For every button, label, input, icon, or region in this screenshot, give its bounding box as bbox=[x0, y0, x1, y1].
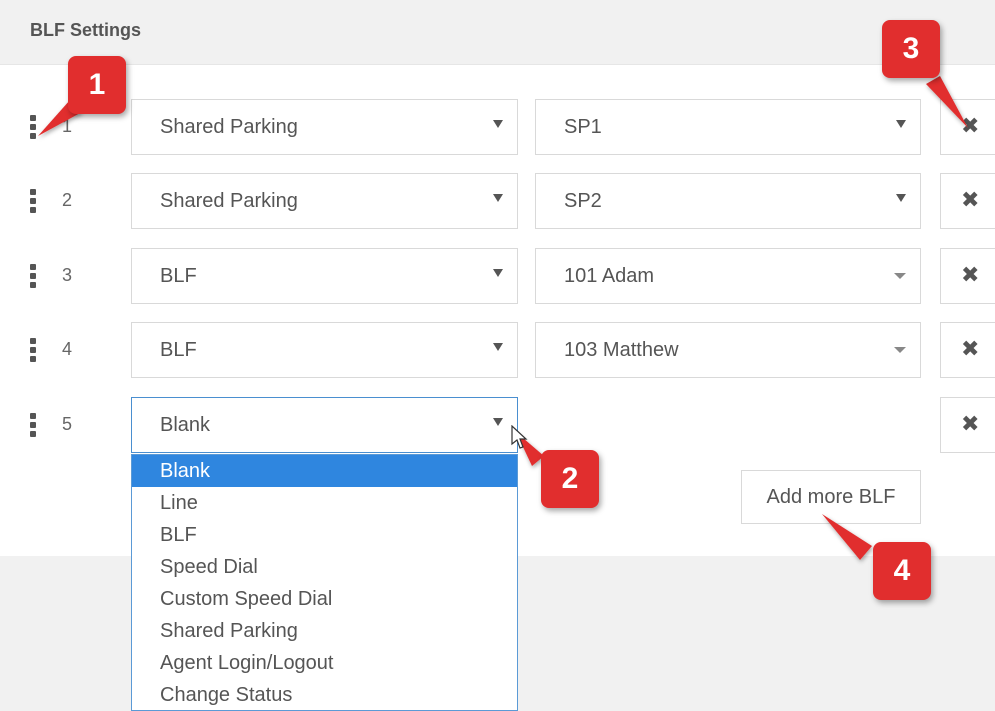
callout-badge-3: 3 bbox=[882, 20, 940, 78]
callout-badge-1: 1 bbox=[68, 56, 126, 114]
callout-badge-2: 2 bbox=[541, 450, 599, 508]
mouse-cursor-icon bbox=[511, 425, 528, 449]
callout-badge-4: 4 bbox=[873, 542, 931, 600]
callout-arrows bbox=[38, 76, 968, 560]
callout-arrow bbox=[926, 76, 968, 128]
callout-arrow bbox=[822, 514, 872, 560]
